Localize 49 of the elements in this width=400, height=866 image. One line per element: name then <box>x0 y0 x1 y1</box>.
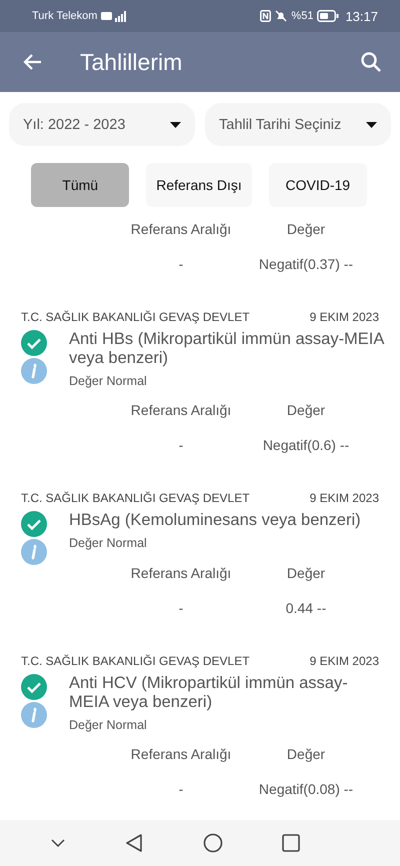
dropdown-caret-icon <box>170 122 181 128</box>
test-name[interactable]: Anti HBs (Mikropartikül immün assay-MEIA veya benzeri) <box>69 330 386 368</box>
hospital-name: T.C. SAĞLIK BAKANLIĞI GEVAŞ DEVLET <box>21 491 250 505</box>
result-date: 9 EKIM 2023 <box>310 654 379 668</box>
result-date: 9 EKIM 2023 <box>310 310 379 324</box>
reference-range: - <box>178 437 184 453</box>
hospital-name: T.C. SAĞLIK BAKANLIĞI GEVAŞ DEVLET <box>21 310 250 324</box>
dropdown-caret-icon <box>366 122 377 128</box>
test-name[interactable]: HBsAg (Kemoluminesans veya benzeri) <box>69 511 386 530</box>
reference-range: - <box>178 600 184 616</box>
result-value: Negatif(0.6) -- <box>262 437 350 453</box>
filter-chip[interactable]: Referans Dışı <box>146 163 252 207</box>
signal-icon <box>101 10 128 22</box>
reference-range: - <box>178 781 184 797</box>
battery-icon <box>317 10 340 22</box>
result-status: Değer Normal <box>69 374 148 388</box>
filter-chip[interactable]: Tümü <box>31 163 130 207</box>
mute-icon <box>275 10 288 22</box>
result-date: 9 EKIM 2023 <box>310 491 379 505</box>
result-value: Negatif(0.37) -- <box>258 256 354 272</box>
column-header: Değer <box>286 746 326 762</box>
filter-chip[interactable]: COVID-19 <box>268 163 367 207</box>
clock-time: 13:17 <box>345 8 378 24</box>
column-header: Referans Aralığı <box>130 402 232 418</box>
column-header: Değer <box>286 402 326 418</box>
carrier-name: Turk Telekom <box>32 10 98 22</box>
hospital-name: T.C. SAĞLIK BAKANLIĞI GEVAŞ DEVLET <box>21 654 250 668</box>
nfc-icon <box>260 10 272 22</box>
filter-dropdown[interactable]: Yıl: 2022 - 2023 <box>9 103 195 146</box>
recents-icon[interactable] <box>282 834 300 852</box>
filter-dropdown[interactable]: Tahlil Tarihi Seçiniz <box>205 103 391 146</box>
home-icon[interactable] <box>202 833 223 853</box>
back-icon[interactable] <box>125 833 144 853</box>
column-header: Referans Aralığı <box>130 746 232 762</box>
reference-range: - <box>178 256 184 272</box>
column-header: Değer <box>286 565 326 581</box>
back-arrow-icon[interactable] <box>22 53 42 71</box>
column-header: Referans Aralığı <box>130 221 232 237</box>
result-value: 0.44 -- <box>286 600 326 616</box>
result-status: Değer Normal <box>69 718 148 732</box>
column-header: Referans Aralığı <box>130 565 232 581</box>
test-name[interactable]: Anti HCV (Mikropartikül immün assay-MEIA veya benzeri) <box>69 674 386 712</box>
column-header: Değer <box>286 221 326 237</box>
search-icon[interactable] <box>360 51 382 73</box>
chevron-down-icon[interactable] <box>50 838 66 848</box>
screen-title: Tahlillerim <box>80 48 184 76</box>
result-status: Değer Normal <box>69 536 148 550</box>
battery-percent: %51 <box>291 10 314 22</box>
result-value: Negatif(0.08) -- <box>258 781 354 797</box>
